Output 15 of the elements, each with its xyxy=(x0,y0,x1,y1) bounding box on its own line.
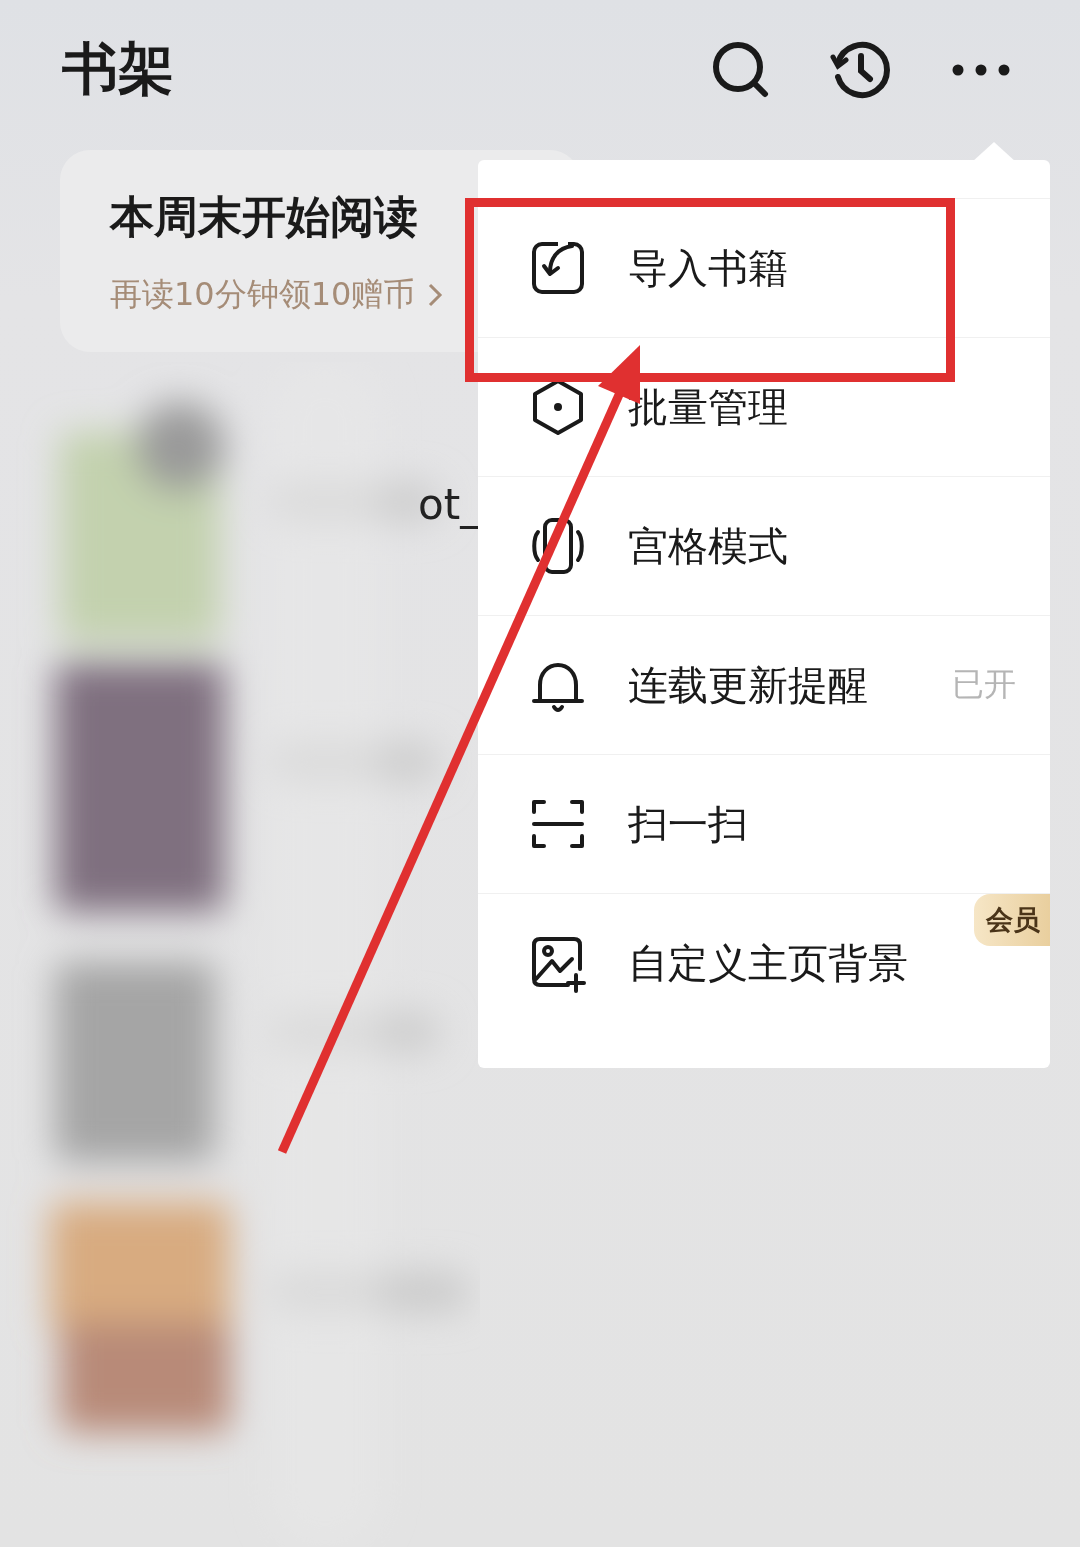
menu-label: 扫一扫 xyxy=(628,799,749,849)
menu-label: 连载更新提醒 xyxy=(628,660,869,710)
menu-item[interactable]: 扫一扫 xyxy=(478,754,1050,893)
banner-title: 本周末开始阅读 xyxy=(110,190,419,244)
menu-label: 导入书籍 xyxy=(628,243,789,293)
chevron-icon xyxy=(427,282,444,308)
menu-item[interactable]: 自定义主页背景 会员 xyxy=(478,893,1050,1032)
menu-item[interactable]: 宫格模式 xyxy=(478,476,1050,615)
page-title: 书架 xyxy=(62,35,175,103)
menu-label: 自定义主页背景 xyxy=(628,938,909,988)
menu-label: 宫格模式 xyxy=(628,521,789,571)
menu-item[interactable]: 连载更新提醒 已开 xyxy=(478,615,1050,754)
status-label: 已开 xyxy=(952,664,1016,705)
history-icon[interactable] xyxy=(830,39,892,101)
member-badge: 会员 xyxy=(974,894,1050,946)
